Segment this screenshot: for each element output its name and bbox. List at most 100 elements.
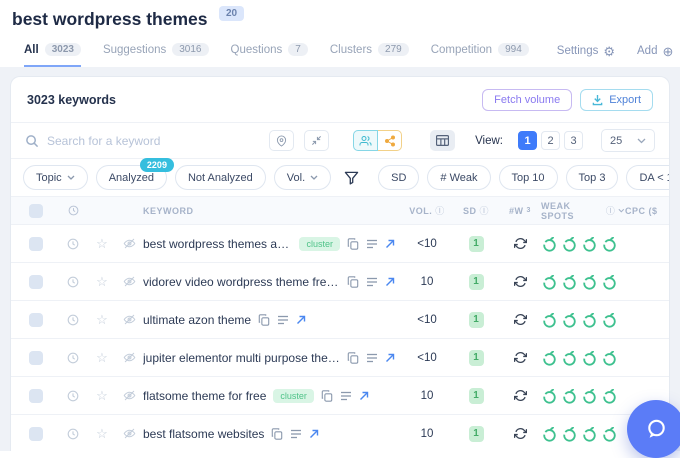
view-option-button[interactable]: 1	[518, 131, 537, 150]
row-checkbox[interactable]	[29, 275, 43, 289]
weak-spot-apple-icon[interactable]	[581, 311, 598, 328]
weak-spot-apple-icon[interactable]	[561, 349, 578, 366]
filter-chip[interactable]: DA < 10	[626, 165, 670, 190]
list-icon[interactable]	[290, 429, 302, 439]
weak-spot-apple-icon[interactable]	[601, 387, 618, 404]
tab-questions[interactable]: Questions 7	[231, 43, 308, 68]
col-cpc[interactable]: CPC ($	[625, 206, 669, 216]
view-option-button[interactable]: 3	[564, 131, 583, 150]
eye-off-icon[interactable]	[115, 427, 143, 440]
tab-suggestions[interactable]: Suggestions 3016	[103, 43, 209, 68]
weak-spot-apple-icon[interactable]	[581, 273, 598, 290]
weak-spot-apple-icon[interactable]	[561, 387, 578, 404]
weak-spot-apple-icon[interactable]	[561, 273, 578, 290]
copy-icon[interactable]	[347, 238, 359, 250]
copy-icon[interactable]	[347, 276, 359, 288]
weak-spot-apple-icon[interactable]	[601, 311, 618, 328]
star-icon[interactable]: ☆	[89, 313, 115, 326]
filter-chip[interactable]: Topic	[23, 165, 88, 190]
weak-spot-apple-icon[interactable]	[541, 387, 558, 404]
refresh-icon[interactable]	[499, 389, 541, 402]
funnel-icon[interactable]	[344, 171, 359, 185]
weak-spot-apple-icon[interactable]	[581, 387, 598, 404]
weak-spot-apple-icon[interactable]	[601, 425, 618, 442]
chat-launcher-button[interactable]	[627, 400, 680, 458]
weak-spot-apple-icon[interactable]	[581, 235, 598, 252]
keyword-text[interactable]: ultimate azon theme	[143, 313, 251, 327]
weak-spot-apple-icon[interactable]	[581, 349, 598, 366]
star-icon[interactable]: ☆	[89, 427, 115, 440]
weak-spot-apple-icon[interactable]	[541, 311, 558, 328]
refresh-icon[interactable]	[499, 313, 541, 326]
keyword-text[interactable]: jupiter elementor multi purpose theme fr…	[143, 351, 340, 365]
keyword-text[interactable]: vidorev video wordpress theme free downl…	[143, 275, 340, 289]
keyword-text[interactable]: flatsome theme for free	[143, 389, 266, 403]
clock-icon[interactable]	[57, 390, 89, 402]
clock-icon[interactable]	[57, 276, 89, 288]
tab-all[interactable]: All 3023	[24, 43, 81, 68]
refresh-icon[interactable]	[499, 237, 541, 250]
star-icon[interactable]: ☆	[89, 275, 115, 288]
cluster-badge[interactable]: cluster	[299, 237, 340, 251]
weak-spot-apple-icon[interactable]	[601, 235, 618, 252]
copy-icon[interactable]	[321, 390, 333, 402]
external-link-icon[interactable]	[309, 429, 319, 439]
col-volume[interactable]: VOL.ⓘ	[401, 204, 453, 217]
external-link-icon[interactable]	[296, 315, 306, 325]
star-icon[interactable]: ☆	[89, 351, 115, 364]
keyword-text[interactable]: best wordpress themes anfrage lay theme	[143, 237, 292, 251]
copy-icon[interactable]	[347, 352, 359, 364]
fetch-volume-button[interactable]: Fetch volume	[482, 89, 572, 111]
eye-off-icon[interactable]	[115, 351, 143, 364]
weak-spot-apple-icon[interactable]	[541, 273, 558, 290]
filter-chip[interactable]: Top 10	[499, 165, 558, 190]
refresh-icon[interactable]	[499, 351, 541, 364]
row-checkbox[interactable]	[29, 351, 43, 365]
external-link-icon[interactable]	[385, 277, 395, 287]
external-link-icon[interactable]	[385, 353, 395, 363]
clock-icon[interactable]	[57, 352, 89, 364]
export-button[interactable]: Export	[580, 89, 653, 111]
weak-spot-apple-icon[interactable]	[601, 273, 618, 290]
star-icon[interactable]: ☆	[89, 389, 115, 402]
cluster-badge[interactable]: cluster	[273, 389, 314, 403]
list-icon[interactable]	[366, 277, 378, 287]
weak-spot-apple-icon[interactable]	[561, 311, 578, 328]
refresh-icon[interactable]	[499, 275, 541, 288]
weak-spot-apple-icon[interactable]	[561, 425, 578, 442]
copy-icon[interactable]	[258, 314, 270, 326]
page-size-select[interactable]: 25	[601, 129, 655, 152]
users-icon[interactable]	[353, 130, 378, 151]
weak-spot-apple-icon[interactable]	[601, 349, 618, 366]
row-checkbox[interactable]	[29, 389, 43, 403]
search-input[interactable]	[47, 134, 261, 148]
star-icon[interactable]: ☆	[89, 237, 115, 250]
weak-spot-apple-icon[interactable]	[541, 235, 558, 252]
add-tab[interactable]: Add ⊕	[637, 45, 673, 67]
col-sd[interactable]: SDⓘ	[453, 204, 499, 217]
row-checkbox[interactable]	[29, 427, 43, 441]
clock-icon[interactable]	[57, 314, 89, 326]
filter-chip[interactable]: Not Analyzed	[175, 165, 266, 190]
clock-icon[interactable]	[57, 428, 89, 440]
eye-off-icon[interactable]	[115, 275, 143, 288]
filter-chip[interactable]: SD	[378, 165, 419, 190]
eye-off-icon[interactable]	[115, 237, 143, 250]
list-icon[interactable]	[366, 353, 378, 363]
col-keyword[interactable]: KEYWORD	[143, 206, 401, 216]
eye-off-icon[interactable]	[115, 389, 143, 402]
map-pin-icon[interactable]	[269, 130, 294, 151]
select-all-checkbox[interactable]	[29, 204, 43, 218]
row-checkbox[interactable]	[29, 237, 43, 251]
weak-spot-apple-icon[interactable]	[541, 349, 558, 366]
weak-spot-apple-icon[interactable]	[541, 425, 558, 442]
eye-off-icon[interactable]	[115, 313, 143, 326]
keyword-text[interactable]: best flatsome websites	[143, 427, 264, 441]
refresh-icon[interactable]	[499, 427, 541, 440]
filter-chip[interactable]: # Weak	[427, 165, 490, 190]
col-weak-spots[interactable]: WEAK SPOTSⓘ	[541, 201, 625, 221]
copy-icon[interactable]	[271, 428, 283, 440]
list-icon[interactable]	[366, 239, 378, 249]
filter-chip[interactable]: Vol.	[274, 165, 331, 190]
external-link-icon[interactable]	[359, 391, 369, 401]
